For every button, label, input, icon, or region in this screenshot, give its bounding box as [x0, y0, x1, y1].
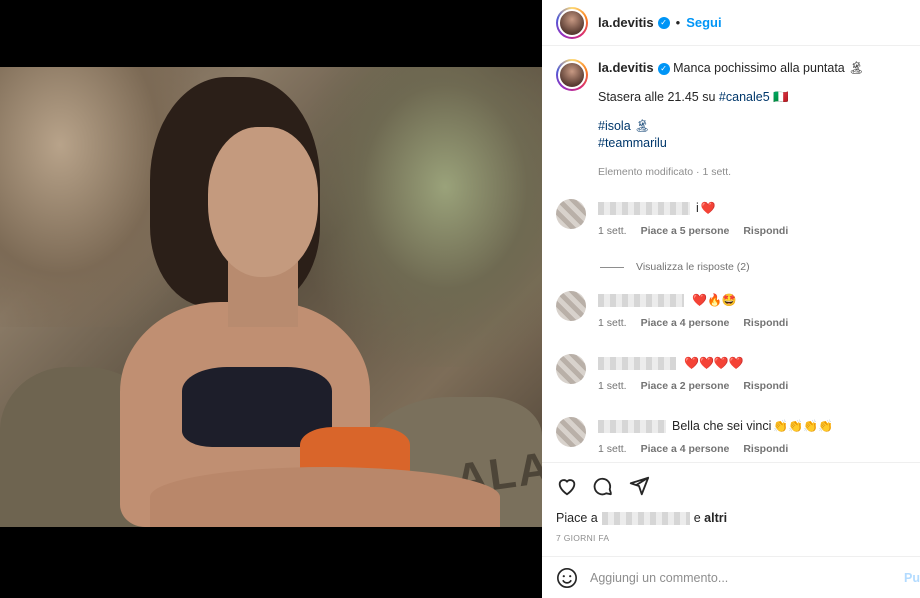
photo-face [208, 127, 318, 277]
caption-meta: Elemento modificato · 1 sett. [598, 166, 732, 178]
post-caption: la.devitis ✓ Manca pochissimo alla puntat… [542, 47, 920, 181]
likes-summary[interactable]: Piace a e altri [556, 511, 727, 525]
redacted-username [598, 201, 690, 215]
comment-likes[interactable]: Piace a 2 persone [641, 380, 730, 392]
comment-likes[interactable]: Piace a 5 persone [641, 225, 730, 237]
redacted-username [598, 419, 666, 433]
emoji-icon[interactable] [556, 567, 578, 589]
reply-button[interactable]: Rispondi [743, 443, 788, 455]
caption-line-2: Stasera alle 21.45 su #canale5 🇮🇹 [598, 90, 789, 104]
author-username[interactable]: la.devitis [598, 15, 654, 30]
comment-item: ❤️❤️❤️❤️ 1 sett. Piace a 2 persone Rispond… [542, 354, 920, 392]
add-comment-input[interactable]: Aggiungi un commento... [590, 571, 728, 585]
hashtag-isola[interactable]: #isola 🏝 [598, 119, 650, 133]
comment-item: i ❤️ 1 sett. Piace a 5 persone Rispondi [542, 199, 920, 237]
caption-text: Manca pochissimo alla puntata 🏝 [673, 61, 865, 75]
comment-emoji: ❤️❤️❤️❤️ [684, 356, 744, 370]
comment-emoji: ❤️🔥🤩 [692, 293, 737, 307]
comment-time[interactable]: 1 sett. [598, 225, 627, 237]
reply-button[interactable]: Rispondi [743, 225, 788, 237]
comment-time[interactable]: 1 sett. [598, 317, 627, 329]
likes-others[interactable]: altri [704, 511, 727, 525]
verified-badge-icon: ✓ [657, 16, 670, 29]
comment-item: Bella che sei vinci 👏👏👏👏 1 sett. Piace a 4… [542, 417, 920, 455]
caption-username[interactable]: la.devitis [598, 60, 654, 75]
comment-emoji: 👏👏👏👏 [773, 419, 834, 433]
commenter-avatar[interactable] [556, 354, 586, 384]
share-icon[interactable] [628, 475, 650, 497]
heart-icon[interactable] [556, 475, 578, 497]
author-avatar[interactable] [556, 6, 588, 39]
separator-dot: • [675, 15, 681, 30]
verified-badge-icon: ✓ [657, 62, 670, 75]
commenter-avatar[interactable] [556, 291, 586, 321]
commenter-avatar[interactable] [556, 417, 586, 447]
caption-author-avatar[interactable] [556, 59, 588, 91]
post-side-panel: la.devitis ✓ • Segui la.devitis ✓ Manca p… [542, 0, 920, 598]
post-date[interactable]: 7 GIORNI FA [556, 533, 609, 543]
comment-item: ❤️🔥🤩 1 sett. Piace a 4 persone Rispondi [542, 291, 920, 329]
comment-time[interactable]: 1 sett. [598, 380, 627, 392]
post-photo[interactable]: ALAU [0, 67, 542, 527]
hashtag-canale5[interactable]: #canale5 [719, 90, 770, 104]
post-actions: Piace a e altri 7 GIORNI FA [542, 462, 920, 552]
post-media: ALAU [0, 0, 542, 598]
comment-likes[interactable]: Piace a 4 persone [641, 443, 730, 455]
comment-emoji: ❤️ [700, 201, 716, 215]
comment-icon[interactable] [592, 475, 614, 497]
redacted-username [598, 356, 676, 370]
reply-button[interactable]: Rispondi [743, 380, 788, 392]
commenter-avatar[interactable] [556, 199, 586, 229]
redacted-username [601, 511, 690, 525]
view-replies-button[interactable]: Visualizza le risposte (2) [600, 261, 750, 273]
add-comment-bar: Aggiungi un commento... Pu [542, 556, 920, 598]
photo-legs [150, 467, 500, 527]
redacted-username [598, 293, 684, 307]
hashtag-teammarilu[interactable]: #teammarilu [598, 136, 667, 150]
comment-likes[interactable]: Piace a 4 persone [641, 317, 730, 329]
photo-foliage [300, 67, 542, 367]
comments-scroll-area[interactable]: la.devitis ✓ Manca pochissimo alla puntat… [542, 47, 920, 462]
follow-button[interactable]: Segui [686, 15, 721, 30]
reply-button[interactable]: Rispondi [743, 317, 788, 329]
comment-text: Bella che sei vinci [672, 419, 772, 433]
post-header: la.devitis ✓ • Segui [542, 0, 920, 46]
publish-button[interactable]: Pu [904, 571, 920, 585]
comment-time[interactable]: 1 sett. [598, 443, 627, 455]
